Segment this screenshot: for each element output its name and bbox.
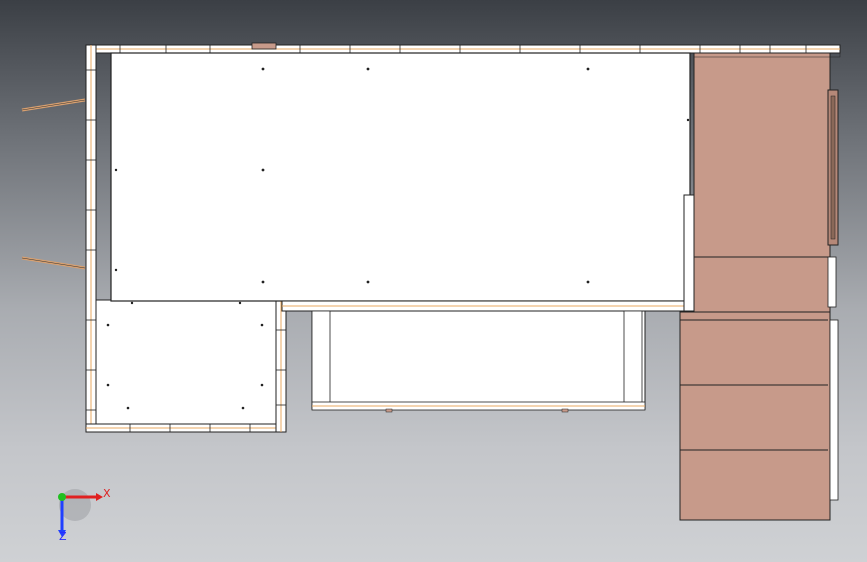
- right-cabinet: [679, 52, 841, 521]
- z-axis-label: Z: [59, 530, 67, 543]
- cad-model-drawing: [21, 42, 841, 537]
- drawer-box: [311, 310, 646, 413]
- left-rods: [21, 98, 86, 270]
- lower-left-panel: [95, 299, 277, 425]
- main-panel: [110, 52, 695, 312]
- cad-viewport[interactable]: X Z: [0, 0, 867, 562]
- x-axis-label: X: [103, 487, 111, 500]
